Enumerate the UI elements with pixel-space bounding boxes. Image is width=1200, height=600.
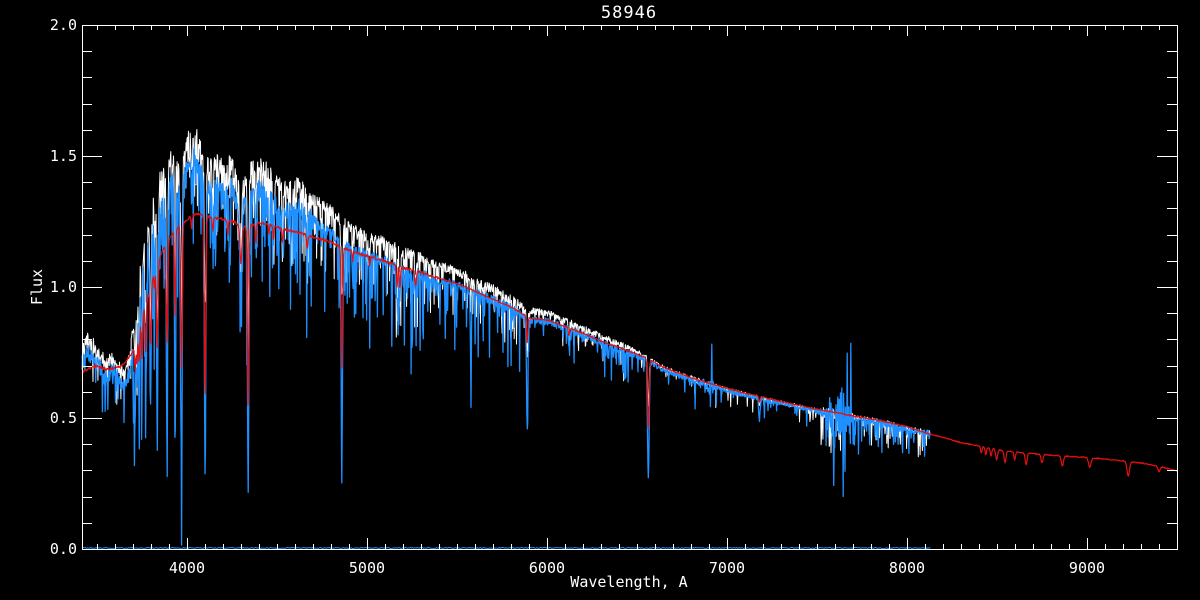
- x-tick-label: 5000: [349, 559, 385, 577]
- y-tick-label: 1.5: [50, 147, 77, 165]
- spectral-fit-window: 4000500060007000800090000.00.51.01.52.0 …: [0, 0, 1200, 600]
- plot-title: 58946: [601, 3, 657, 23]
- spectrum-plot: 4000500060007000800090000.00.51.01.52.0 …: [0, 0, 1200, 600]
- y-tick-label: 0.5: [50, 409, 77, 427]
- x-tick-label: 9000: [1069, 559, 1105, 577]
- x-axis-label: Wavelength, A: [570, 573, 687, 591]
- x-tick-label: 7000: [709, 559, 745, 577]
- x-tick-label: 4000: [169, 559, 205, 577]
- x-tick-label: 8000: [889, 559, 925, 577]
- y-axis-label: Flux: [28, 269, 46, 305]
- x-tick-label: 6000: [529, 559, 565, 577]
- y-tick-label: 0.0: [50, 540, 77, 558]
- y-tick-label: 2.0: [50, 16, 77, 34]
- y-tick-label: 1.0: [50, 278, 77, 296]
